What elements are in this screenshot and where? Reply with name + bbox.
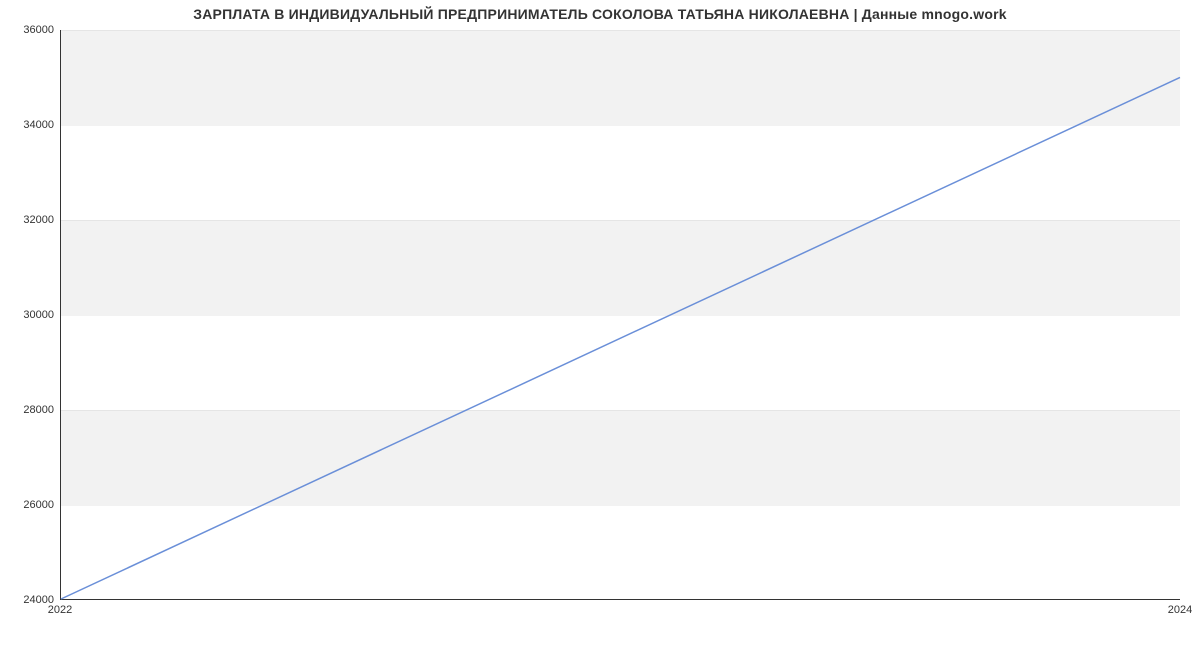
x-tick-label: 2022 [48, 604, 72, 616]
plot-area [60, 30, 1180, 600]
y-tick-label: 24000 [4, 594, 54, 606]
chart-container: ЗАРПЛАТА В ИНДИВИДУАЛЬНЫЙ ПРЕДПРИНИМАТЕЛ… [0, 0, 1200, 650]
line-series [61, 30, 1180, 599]
y-tick-label: 30000 [4, 309, 54, 321]
chart-title: ЗАРПЛАТА В ИНДИВИДУАЛЬНЫЙ ПРЕДПРИНИМАТЕЛ… [0, 6, 1200, 22]
y-tick-label: 32000 [4, 214, 54, 226]
y-tick-label: 28000 [4, 404, 54, 416]
salary-line [61, 77, 1180, 599]
x-tick-label: 2024 [1168, 604, 1192, 616]
y-tick-label: 26000 [4, 499, 54, 511]
y-tick-label: 36000 [4, 24, 54, 36]
y-tick-label: 34000 [4, 119, 54, 131]
